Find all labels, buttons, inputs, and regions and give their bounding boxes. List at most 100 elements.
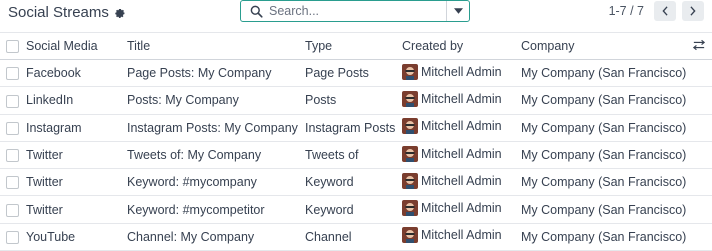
creator-name: Mitchell Admin: [421, 228, 502, 243]
cell-social-media[interactable]: Instagram: [20, 114, 127, 141]
creator-name: Mitchell Admin: [421, 146, 502, 161]
cell-title[interactable]: Page Posts: My Company: [127, 60, 305, 87]
creator-name: Mitchell Admin: [421, 119, 502, 134]
cell-title[interactable]: Posts: My Company: [127, 87, 305, 114]
cell-company[interactable]: My Company (San Francisco): [521, 196, 692, 223]
cell-company[interactable]: My Company (San Francisco): [521, 60, 692, 87]
cell-title[interactable]: Instagram Posts: My Company: [127, 114, 305, 141]
table-row[interactable]: Facebook Page Posts: My Company Page Pos…: [0, 60, 712, 87]
cell-created-by[interactable]: Mitchell Admin: [402, 114, 521, 141]
pager-value[interactable]: 1-7 / 7: [609, 4, 644, 18]
cell-social-media[interactable]: Twitter: [20, 169, 127, 196]
row-checkbox[interactable]: [6, 94, 19, 108]
select-all-checkbox[interactable]: [6, 40, 19, 54]
sliders-icon[interactable]: [692, 38, 706, 52]
row-select-cell: [0, 60, 20, 87]
column-header-title[interactable]: Title: [127, 33, 305, 60]
cell-created-by[interactable]: Mitchell Admin: [402, 141, 521, 168]
cell-social-media[interactable]: LinkedIn: [20, 87, 127, 114]
cell-title[interactable]: Keyword: #mycompany: [127, 169, 305, 196]
cell-created-by[interactable]: Mitchell Admin: [402, 196, 521, 223]
cell-spacer: [692, 87, 712, 114]
avatar: [402, 145, 418, 162]
row-checkbox[interactable]: [6, 67, 19, 81]
cell-type[interactable]: Keyword: [305, 169, 402, 196]
cell-spacer: [692, 114, 712, 141]
column-header-company[interactable]: Company: [521, 33, 692, 60]
cell-spacer: [692, 141, 712, 168]
column-header-type[interactable]: Type: [305, 33, 402, 60]
creator-name: Mitchell Admin: [421, 91, 502, 106]
cell-type[interactable]: Tweets of: [305, 141, 402, 168]
cell-created-by[interactable]: Mitchell Admin: [402, 223, 521, 250]
breadcrumb: Social Streams: [8, 4, 126, 21]
cell-social-media[interactable]: Facebook: [20, 60, 127, 87]
cell-created-by[interactable]: Mitchell Admin: [402, 169, 521, 196]
cell-spacer: [692, 196, 712, 223]
caret-down-icon[interactable]: [446, 1, 469, 21]
cell-type[interactable]: Channel: [305, 223, 402, 250]
cell-company[interactable]: My Company (San Francisco): [521, 169, 692, 196]
row-checkbox[interactable]: [6, 121, 19, 135]
search-icon: [247, 2, 265, 20]
table-row[interactable]: Twitter Keyword: #mycompetitor Keyword M…: [0, 196, 712, 224]
chevron-right-icon[interactable]: [682, 1, 704, 21]
cell-spacer: [692, 60, 712, 87]
avatar: [402, 172, 418, 189]
cell-company[interactable]: My Company (San Francisco): [521, 87, 692, 114]
cell-type[interactable]: Keyword: [305, 196, 402, 223]
avatar: [402, 227, 418, 244]
avatar: [402, 200, 418, 217]
cell-company[interactable]: My Company (San Francisco): [521, 114, 692, 141]
row-select-cell: [0, 141, 20, 168]
select-all-cell: [0, 33, 20, 60]
chevron-left-icon[interactable]: [654, 1, 676, 21]
cell-type[interactable]: Instagram Posts: [305, 114, 402, 141]
cell-type[interactable]: Page Posts: [305, 60, 402, 87]
row-checkbox[interactable]: [6, 149, 19, 163]
creator-name: Mitchell Admin: [421, 173, 502, 188]
table-row[interactable]: Twitter Keyword: #mycompany Keyword Mitc…: [0, 169, 712, 196]
row-select-cell: [0, 114, 20, 141]
table-row[interactable]: Twitter Tweets of: My Company Tweets of …: [0, 141, 712, 169]
cell-type[interactable]: Posts: [305, 87, 402, 114]
row-select-cell: [0, 169, 20, 196]
cell-title[interactable]: Keyword: #mycompetitor: [127, 196, 305, 223]
search-input[interactable]: [265, 2, 446, 20]
cell-company[interactable]: My Company (San Francisco): [521, 141, 692, 168]
cell-social-media[interactable]: YouTube: [20, 223, 127, 250]
table-row[interactable]: LinkedIn Posts: My Company Posts Mitchel…: [0, 87, 712, 115]
page-title: Social Streams: [8, 4, 109, 21]
cell-spacer: [692, 169, 712, 196]
cell-title[interactable]: Channel: My Company: [127, 223, 305, 250]
gear-icon[interactable]: [114, 7, 126, 19]
avatar: [402, 118, 418, 135]
row-checkbox[interactable]: [6, 203, 19, 217]
column-header-social-media[interactable]: Social Media: [20, 33, 127, 60]
row-checkbox[interactable]: [6, 231, 19, 245]
creator-name: Mitchell Admin: [421, 64, 502, 79]
cell-company[interactable]: My Company (San Francisco): [521, 223, 692, 250]
control-panel: Social Streams 1-7 / 7: [0, 0, 712, 34]
cell-social-media[interactable]: Twitter: [20, 141, 127, 168]
table-header: Social Media Title Type Created by Compa…: [0, 32, 712, 60]
table-row[interactable]: YouTube Channel: My Company Channel Mitc…: [0, 223, 712, 251]
cell-title[interactable]: Tweets of: My Company: [127, 141, 305, 168]
table-row[interactable]: Instagram Instagram Posts: My Company In…: [0, 114, 712, 142]
pager: 1-7 / 7: [609, 1, 704, 21]
row-select-cell: [0, 87, 20, 114]
cell-social-media[interactable]: Twitter: [20, 196, 127, 223]
search-bar: [240, 0, 470, 22]
row-select-cell: [0, 196, 20, 223]
column-settings-cell: [692, 33, 712, 60]
avatar: [402, 90, 418, 107]
row-checkbox[interactable]: [6, 176, 19, 190]
cell-spacer: [692, 223, 712, 250]
avatar: [402, 63, 418, 80]
cell-created-by[interactable]: Mitchell Admin: [402, 60, 521, 87]
social-streams-table: Social Media Title Type Created by Compa…: [0, 32, 712, 251]
column-header-created-by[interactable]: Created by: [402, 33, 521, 60]
row-select-cell: [0, 223, 20, 250]
cell-created-by[interactable]: Mitchell Admin: [402, 87, 521, 114]
creator-name: Mitchell Admin: [421, 201, 502, 216]
